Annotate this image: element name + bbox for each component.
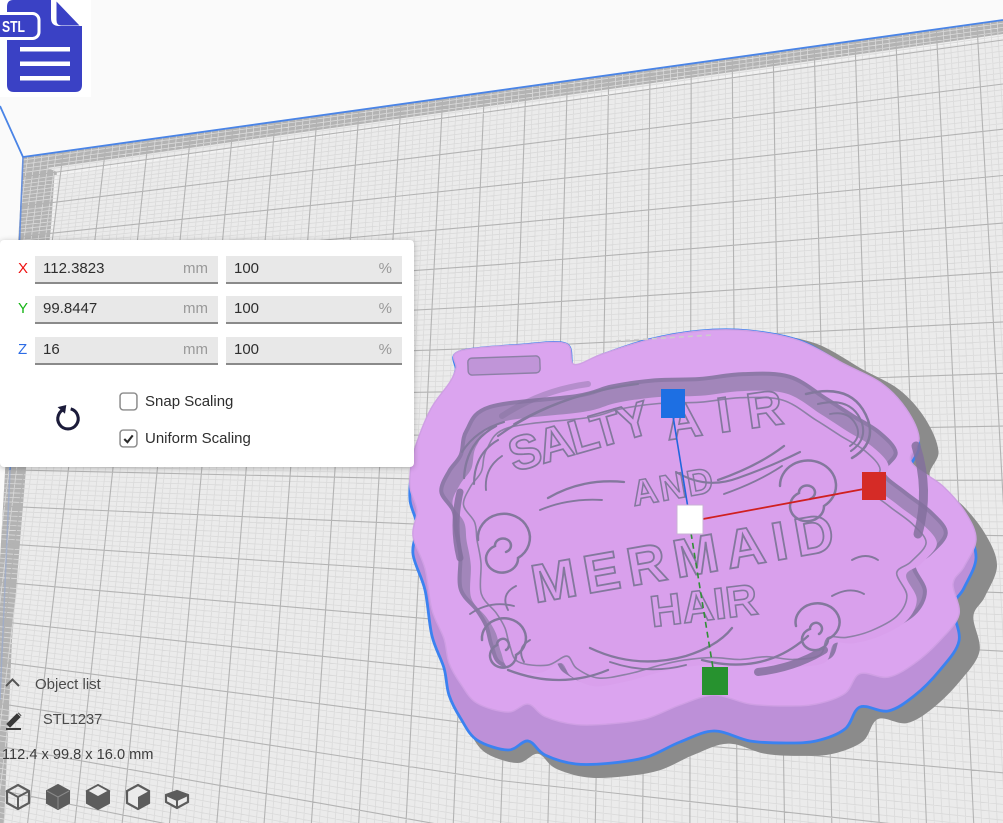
svg-text:STL: STL	[2, 19, 25, 36]
